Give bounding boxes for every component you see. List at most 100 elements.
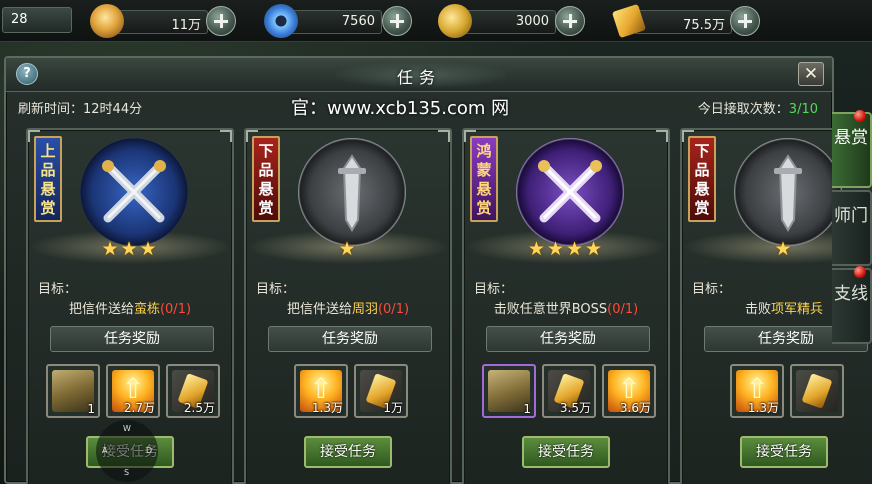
goal-prefix: 击败任意世界BOSS (493, 302, 608, 317)
sword-icon (774, 154, 802, 232)
ingot-value: 11万 (112, 10, 208, 34)
add-ticket-button[interactable] (730, 6, 760, 36)
notification-dot (854, 110, 866, 122)
grade-banner: 上品悬赏 (34, 136, 62, 222)
daily-accept-count: 今日接取次数：3/10 (698, 98, 818, 117)
reward-items: 1.3万 1万 (246, 364, 450, 420)
coin-value: 3000 (460, 10, 556, 34)
crossed-swords-icon (538, 160, 602, 223)
item-qty: 1 (87, 402, 95, 416)
accept-quest-button[interactable]: 接受任务 (740, 436, 828, 468)
goal-prefix: 把信件送给 (286, 302, 352, 317)
goal-progress: (0/1) (607, 302, 639, 317)
sword-emblem-icon (734, 138, 842, 246)
goal-text: 把信件送给蛮栋(0/1) (28, 298, 232, 317)
item-qty: 1万 (383, 401, 403, 415)
sword-emblem-icon (298, 138, 406, 246)
reward-item[interactable]: 1.3万 (294, 364, 348, 418)
reward-item[interactable]: 2.5万 (166, 364, 220, 418)
notification-dot (854, 266, 866, 278)
star-rating: ★★★★ (527, 238, 605, 260)
item-qty: 3.5万 (559, 401, 591, 415)
star-rating: ★★★ (101, 238, 159, 260)
reward-header: 任务奖励 (50, 326, 214, 352)
compass-north: W (123, 424, 131, 433)
ticket-value: 75.5万 (634, 10, 732, 34)
crossed-swords-emblem-icon (80, 138, 188, 246)
reward-items: 1 3.5万 3.6万 (464, 364, 668, 420)
coin-icon (438, 4, 472, 38)
goal-label: 目标： (38, 282, 78, 297)
grade-banner: 鸿蒙悬赏 (470, 136, 498, 222)
help-button[interactable]: ? (16, 63, 38, 85)
panel-title-bar: 任务 ? ✕ (6, 58, 832, 92)
jade-icon (264, 4, 298, 38)
item-qty: 1.3万 (311, 401, 343, 415)
daily-count: 3/10 (788, 102, 818, 117)
tab-sidequest[interactable]: 支线 (832, 266, 872, 344)
refresh-time: 刷新时间：12时44分 (18, 102, 143, 117)
add-ingot-button[interactable] (206, 6, 236, 36)
reward-item[interactable]: 2.7万 (106, 364, 160, 418)
goal-target: 项军精兵 (771, 302, 824, 317)
goal-progress: (0/1) (159, 302, 192, 317)
reward-item[interactable]: 3.5万 (542, 364, 596, 418)
jade-value: 7560 (286, 10, 382, 34)
joystick-compass[interactable]: W A D S (96, 420, 158, 482)
sword-icon (338, 154, 366, 232)
compass-east: D (146, 446, 153, 455)
tab-label: 悬赏 (834, 128, 868, 148)
goal-prefix: 把信件送给 (68, 302, 134, 317)
item-qty: 1.3万 (747, 401, 779, 415)
goal-target: 周羽 (351, 302, 378, 317)
goal-progress: (0/1) (377, 302, 410, 317)
player-level: 28 (2, 7, 72, 33)
goal-label: 目标： (474, 282, 514, 297)
crossed-swords-emblem-icon (516, 138, 624, 246)
add-jade-button[interactable] (382, 6, 412, 36)
accept-quest-button[interactable]: 接受任务 (304, 436, 392, 468)
crossed-swords-icon (102, 160, 166, 223)
site-watermark: 官：www.xcb135.com 网 (291, 98, 510, 119)
goal-label: 目标： (692, 282, 732, 297)
tab-label: 师门 (834, 206, 868, 226)
grade-banner: 下品悬赏 (252, 136, 280, 222)
tab-sect[interactable]: 师门 (832, 190, 872, 266)
quest-card-3[interactable]: 鸿蒙悬赏 ★★★★ 目标： 击败任意世界BOSS(0/1) 任务奖励 1 3.5… (462, 128, 670, 484)
add-coin-button[interactable] (555, 6, 585, 36)
reward-item[interactable] (790, 364, 844, 418)
reward-item[interactable]: 1.3万 (730, 364, 784, 418)
reward-header: 任务奖励 (486, 326, 650, 352)
item-qty: 2.5万 (183, 401, 215, 415)
compass-west: A (102, 446, 108, 455)
tab-bounty[interactable]: 悬赏 (832, 110, 872, 188)
reward-item[interactable]: 1 (46, 364, 100, 418)
goal-text: 把信件送给周羽(0/1) (246, 298, 450, 317)
close-button[interactable]: ✕ (798, 62, 824, 86)
resource-bar: 28 11万 7560 3000 75.5万 (0, 0, 872, 42)
reward-header: 任务奖励 (268, 326, 432, 352)
quest-card-2[interactable]: 下品悬赏 ★ 目标： 把信件送给周羽(0/1) 任务奖励 1.3万 1万 接受任… (244, 128, 452, 484)
item-qty: 2.7万 (123, 401, 155, 415)
grade-banner: 下品悬赏 (688, 136, 716, 222)
goal-target: 蛮栋 (133, 302, 160, 317)
reward-item[interactable]: 3.6万 (602, 364, 656, 418)
daily-label: 今日接取次数： (697, 102, 789, 117)
info-row: 刷新时间：12时44分 官：www.xcb135.com 网 今日接取次数：3/… (6, 92, 832, 120)
reward-items: 1 2.7万 2.5万 (28, 364, 232, 420)
goal-prefix: 击败 (744, 302, 771, 317)
compass-south: S (124, 468, 130, 477)
reward-item[interactable]: 1 (482, 364, 536, 418)
item-qty: 3.6万 (619, 401, 651, 415)
item-qty: 1 (523, 402, 531, 416)
panel-title: 任务 (396, 68, 441, 87)
goal-label: 目标： (256, 282, 296, 297)
gold-ticket-icon (796, 370, 838, 412)
reward-items: 1.3万 (682, 364, 872, 420)
reward-item[interactable]: 1万 (354, 364, 408, 418)
ingot-icon (90, 4, 124, 38)
goal-text: 击败任意世界BOSS(0/1) (464, 298, 668, 317)
tab-label: 支线 (834, 284, 868, 304)
accept-quest-button[interactable]: 接受任务 (522, 436, 610, 468)
star-rating: ★ (338, 238, 358, 260)
